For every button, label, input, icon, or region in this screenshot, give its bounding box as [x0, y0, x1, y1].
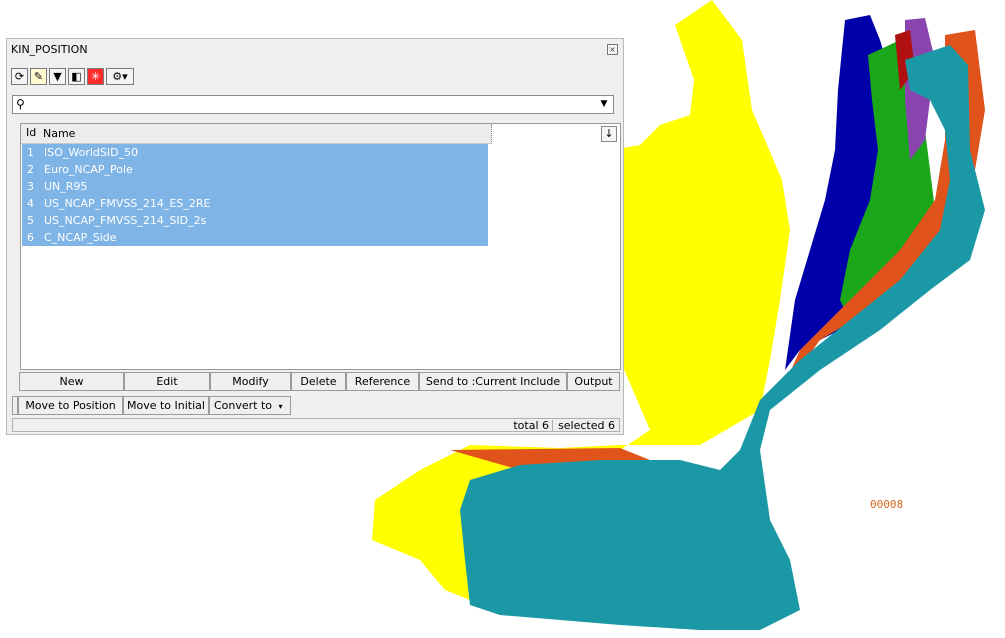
- row-name: US_NCAP_FMVSS_214_ES_2RE: [44, 197, 211, 210]
- column-name-header[interactable]: Name: [43, 127, 75, 140]
- table-row[interactable]: 6 C_NCAP_Side: [22, 229, 488, 246]
- row-name: Euro_NCAP_Pole: [44, 163, 133, 176]
- refresh-icon[interactable]: ⟳: [11, 68, 28, 85]
- panel-titlebar: KIN_POSITION ×: [7, 39, 623, 59]
- row-name: UN_R95: [44, 180, 88, 193]
- move-to-position-button[interactable]: Move to Position: [18, 396, 123, 415]
- column-id-header[interactable]: Id: [26, 126, 36, 139]
- chevron-down-icon: ▾: [278, 402, 283, 411]
- filter-icon[interactable]: ▼: [49, 68, 66, 85]
- row-id: 4: [27, 197, 34, 210]
- table-row[interactable]: 3 UN_R95: [22, 178, 488, 195]
- total-count: total 6: [513, 419, 549, 432]
- row-id: 6: [27, 231, 34, 244]
- search-icon: ⚲: [16, 97, 25, 111]
- row-name: ISO_WorldSID_50: [44, 146, 139, 159]
- table-body: 1 ISO_WorldSID_50 2 Euro_NCAP_Pole 3 UN_R95…: [22, 144, 488, 246]
- settings-icon[interactable]: ⚙▾: [106, 68, 134, 85]
- send-to-button[interactable]: Send to :Current Include: [419, 372, 567, 391]
- frame-icon[interactable]: ◧: [68, 68, 85, 85]
- panel-title: KIN_POSITION: [11, 43, 88, 56]
- chevron-down-icon[interactable]: ▼: [597, 97, 611, 112]
- row-id: 1: [27, 146, 34, 159]
- highlight-icon[interactable]: ✎: [30, 68, 47, 85]
- row-id: 5: [27, 214, 34, 227]
- selected-count: selected 6: [558, 419, 615, 432]
- divider: [552, 420, 553, 431]
- status-bar: total 6 selected 6: [12, 418, 620, 432]
- node-label: 00008: [870, 498, 903, 511]
- edit-button[interactable]: Edit: [124, 372, 210, 391]
- close-button[interactable]: ×: [607, 44, 618, 55]
- positions-table: Id Name ↓ 1 ISO_WorldSID_50 2 Euro_NCAP_Po…: [20, 123, 621, 370]
- reference-button[interactable]: Reference: [346, 372, 419, 391]
- output-button[interactable]: Output: [567, 372, 620, 391]
- table-row[interactable]: 1 ISO_WorldSID_50: [22, 144, 488, 161]
- row-name: C_NCAP_Side: [44, 231, 117, 244]
- row-name: US_NCAP_FMVSS_214_SID_2s: [44, 214, 207, 227]
- search-input[interactable]: [31, 97, 591, 111]
- table-row[interactable]: 5 US_NCAP_FMVSS_214_SID_2s: [22, 212, 488, 229]
- delete-button[interactable]: Delete: [291, 372, 346, 391]
- kin-position-panel: KIN_POSITION × ⟳ ✎ ▼ ◧ ✳ ⚙▾ ⚲ ▼ Id Name …: [6, 38, 624, 435]
- arrow-down-icon[interactable]: ↓: [601, 126, 617, 142]
- move-to-initial-button[interactable]: Move to Initial: [123, 396, 209, 415]
- convert-to-label: Convert to: [214, 399, 273, 412]
- convert-to-dropdown[interactable]: Convert to ▾: [209, 396, 291, 415]
- modify-button[interactable]: Modify: [210, 372, 291, 391]
- row-id: 2: [27, 163, 34, 176]
- select-icon[interactable]: ✳: [87, 68, 104, 85]
- table-row[interactable]: 2 Euro_NCAP_Pole: [22, 161, 488, 178]
- new-button[interactable]: New: [19, 372, 124, 391]
- table-header: Id Name: [21, 124, 492, 144]
- table-row[interactable]: 4 US_NCAP_FMVSS_214_ES_2RE: [22, 195, 488, 212]
- row-id: 3: [27, 180, 34, 193]
- search-bar: ⚲ ▼: [12, 95, 614, 114]
